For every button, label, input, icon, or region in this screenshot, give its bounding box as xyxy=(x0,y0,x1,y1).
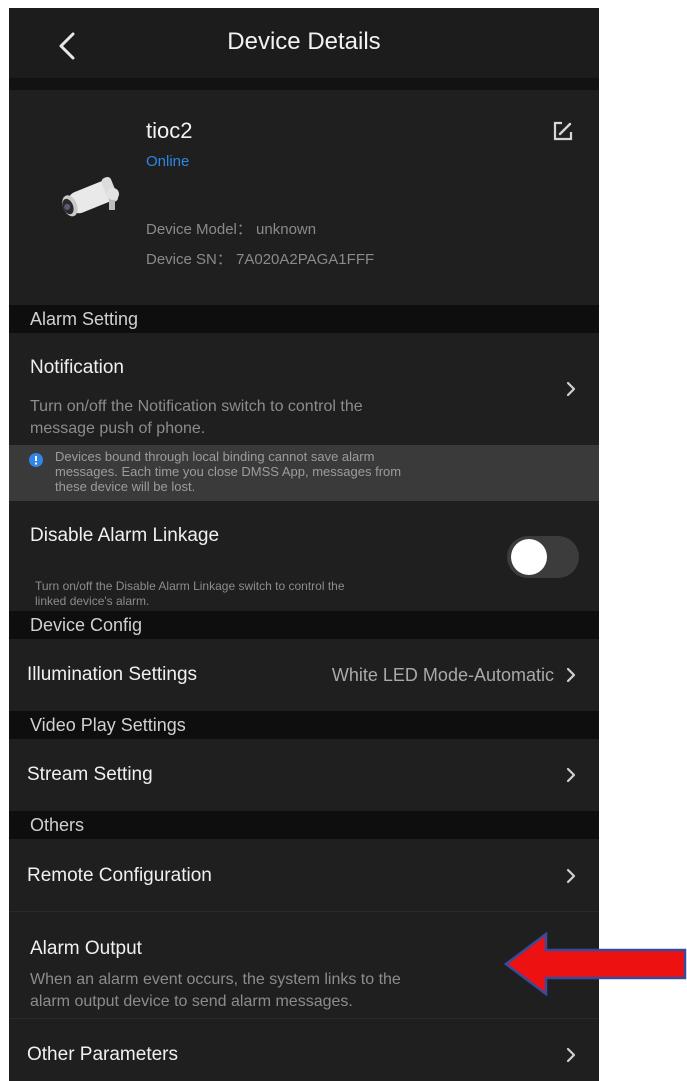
info-line-2: messages. Each time you close DMSS App, … xyxy=(55,464,402,479)
device-sn: Device SN： 7A020A2PAGA1FFF xyxy=(146,251,375,268)
notification-desc-line2: message push of phone. xyxy=(30,420,206,437)
illumination-settings-value: White LED Mode-Automatic xyxy=(331,665,554,685)
bullet-camera-icon xyxy=(62,176,119,217)
other-parameters-row[interactable]: Other Parameters xyxy=(9,1019,599,1081)
disable-alarm-linkage-toggle[interactable] xyxy=(507,536,579,578)
toggle-knob xyxy=(511,539,547,575)
device-status: Online xyxy=(146,153,190,170)
chevron-right-icon xyxy=(566,1047,576,1063)
phone-screen: Device Details tioc2 Online Device Model… xyxy=(9,8,599,1081)
info-icon xyxy=(29,453,43,467)
stream-setting-title: Stream Setting xyxy=(27,764,153,785)
alarm-output-desc-line2: alarm output device to send alarm messag… xyxy=(30,993,353,1010)
info-line-3: these device will be lost. xyxy=(55,479,196,494)
header-divider xyxy=(9,78,599,90)
edit-button[interactable] xyxy=(550,118,576,144)
section-device-config: Device Config xyxy=(9,611,599,639)
chevron-right-icon xyxy=(566,868,576,884)
chevron-right-icon xyxy=(566,381,576,397)
section-others: Others xyxy=(9,811,599,839)
disable-alarm-linkage-desc-line1: Turn on/off the Disable Alarm Linkage sw… xyxy=(35,579,345,593)
chevron-right-icon xyxy=(566,667,576,683)
alarm-output-title: Alarm Output xyxy=(30,938,142,959)
disable-alarm-linkage-title: Disable Alarm Linkage xyxy=(30,525,220,546)
local-binding-info: Devices bound through local binding cann… xyxy=(9,445,599,501)
remote-configuration-title: Remote Configuration xyxy=(27,865,212,886)
alarm-output-desc-line1: When an alarm event occurs, the system l… xyxy=(30,971,401,988)
disable-alarm-linkage-desc-line2: linked device's alarm. xyxy=(35,594,150,608)
illumination-settings-title: Illumination Settings xyxy=(27,664,198,685)
info-text: Devices bound through local binding cann… xyxy=(55,449,575,494)
remote-configuration-row[interactable]: Remote Configuration xyxy=(9,839,599,911)
chevron-right-icon xyxy=(566,767,576,783)
stream-setting-row[interactable]: Stream Setting xyxy=(9,739,599,811)
notification-title: Notification xyxy=(30,357,124,378)
top-bar: Device Details xyxy=(9,8,599,78)
notification-row[interactable]: Notification Turn on/off the Notificatio… xyxy=(9,333,599,445)
page-title: Device Details xyxy=(227,28,381,55)
section-video-play-settings: Video Play Settings xyxy=(9,711,599,739)
other-parameters-title: Other Parameters xyxy=(27,1044,178,1065)
illumination-settings-row[interactable]: Illumination Settings White LED Mode-Aut… xyxy=(9,639,599,711)
notification-desc-line1: Turn on/off the Notification switch to c… xyxy=(30,398,363,415)
device-name: tioc2 xyxy=(146,118,193,143)
annotation-arrow-icon xyxy=(503,931,687,997)
device-model: Device Model： unknown xyxy=(146,221,317,238)
section-alarm-setting: Alarm Setting xyxy=(9,305,599,333)
device-card: tioc2 Online Device Model： unknown Devic… xyxy=(9,90,599,305)
edit-icon xyxy=(553,121,573,141)
info-line-1: Devices bound through local binding cann… xyxy=(55,449,375,464)
